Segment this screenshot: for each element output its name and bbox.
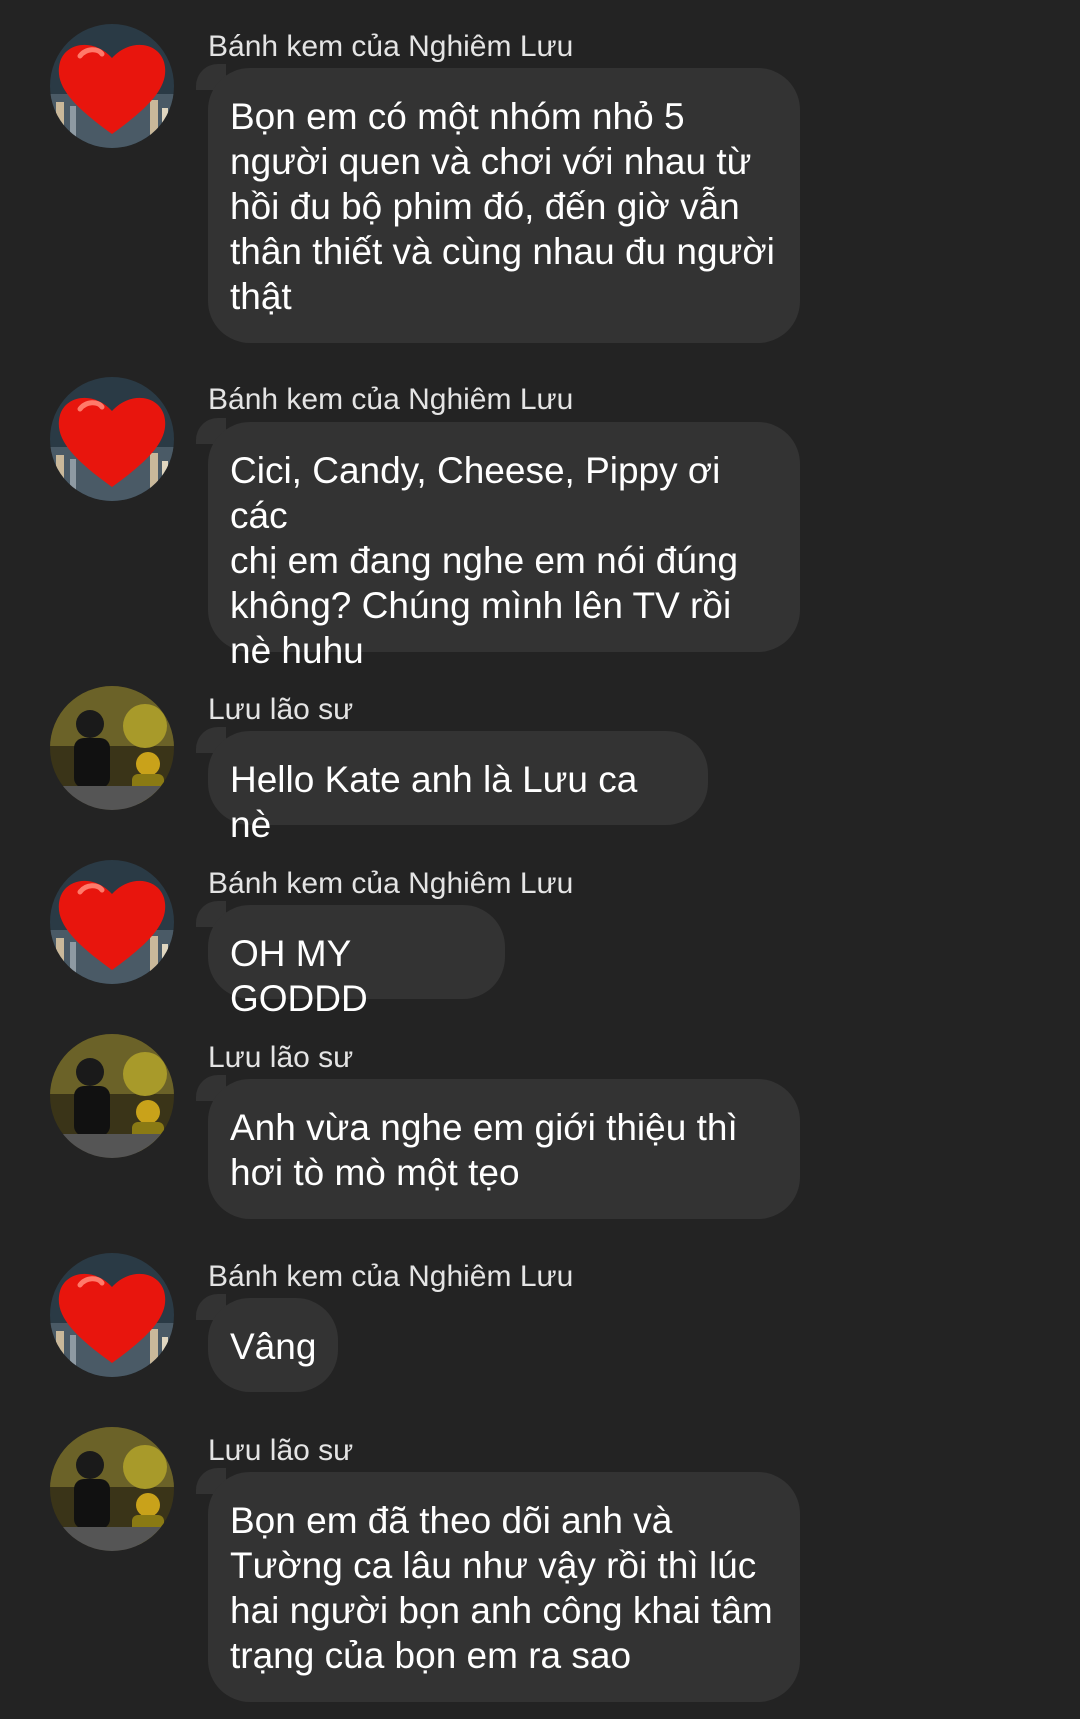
message-text: Anh vừa nghe em giới thiệu thì hơi tò mò…	[230, 1107, 738, 1193]
message-bubble[interactable]: Cici, Candy, Cheese, Pippy ơi các chị em…	[208, 422, 800, 671]
message-bubble[interactable]: Hello Kate anh là Lưu ca nè	[208, 731, 708, 845]
message-bubble[interactable]: OH MY GODDD	[208, 905, 505, 1019]
heart-icon	[50, 377, 174, 501]
sender-name: Lưu lão sư	[208, 1434, 354, 1467]
message-text: Bọn em có một nhóm nhỏ 5 người quen và c…	[230, 96, 775, 317]
sender-name: Lưu lão sư	[208, 693, 354, 726]
message-bubble[interactable]: Vâng	[208, 1298, 338, 1392]
message-bubble[interactable]: Anh vừa nghe em giới thiệu thì hơi tò mò…	[208, 1079, 800, 1219]
sender-name: Bánh kem của Nghiêm Lưu	[208, 1260, 574, 1293]
person-photo-avatar[interactable]	[50, 1427, 174, 1551]
person-photo-icon	[50, 686, 174, 810]
message-bubble[interactable]: Bọn em có một nhóm nhỏ 5 người quen và c…	[208, 68, 800, 343]
message-text: Hello Kate anh là Lưu ca nè	[230, 759, 638, 845]
message-bubble[interactable]: Bọn em đã theo dõi anh và Tường ca lâu n…	[208, 1472, 800, 1702]
heart-icon	[50, 24, 174, 148]
heart-icon	[50, 1253, 174, 1377]
person-photo-icon	[50, 1034, 174, 1158]
message-text: Vâng	[230, 1326, 317, 1367]
person-photo-avatar[interactable]	[50, 1034, 174, 1158]
message-text: Bọn em đã theo dõi anh và Tường ca lâu n…	[230, 1500, 773, 1676]
sender-name: Bánh kem của Nghiêm Lưu	[208, 383, 574, 416]
heart-avatar[interactable]	[50, 1253, 174, 1377]
person-photo-icon	[50, 1427, 174, 1551]
sender-name: Bánh kem của Nghiêm Lưu	[208, 30, 574, 63]
sender-name: Lưu lão sư	[208, 1041, 354, 1074]
heart-icon	[50, 860, 174, 984]
heart-avatar[interactable]	[50, 24, 174, 148]
message-text: Cici, Candy, Cheese, Pippy ơi các chị em…	[230, 450, 739, 671]
message-text: OH MY GODDD	[230, 933, 368, 1019]
heart-avatar[interactable]	[50, 377, 174, 501]
person-photo-avatar[interactable]	[50, 686, 174, 810]
chat-screen: { "messages": [ { "sender": "Bánh kem củ…	[0, 0, 1080, 1719]
heart-avatar[interactable]	[50, 860, 174, 984]
sender-name: Bánh kem của Nghiêm Lưu	[208, 867, 574, 900]
